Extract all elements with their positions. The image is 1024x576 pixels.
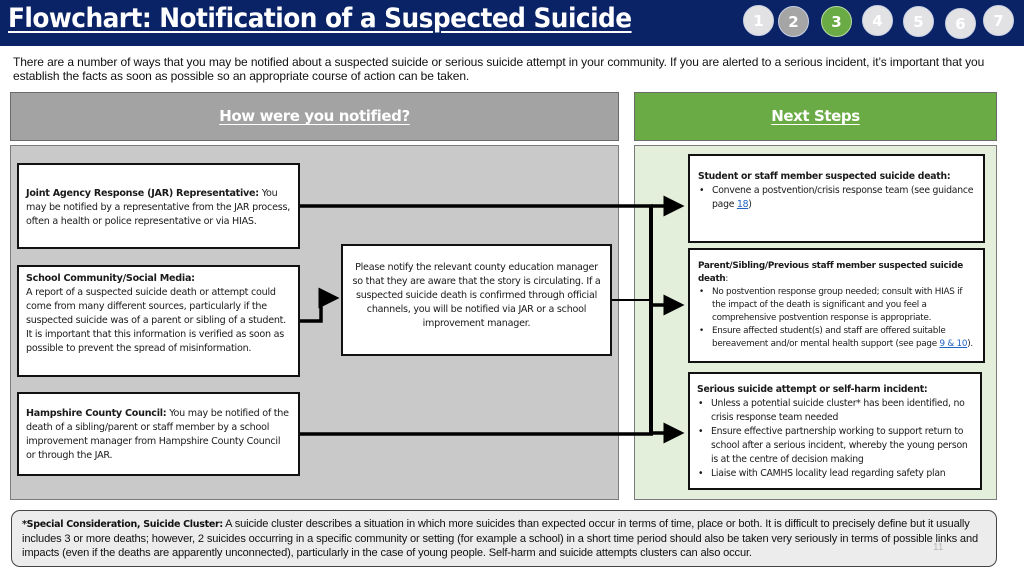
- bullet-text: Ensure effective partnership working to …: [711, 426, 968, 465]
- next-step-title: Serious suicide attempt or self-harm inc…: [697, 384, 928, 395]
- header-bar: Flowchart: Notification of a Suspected S…: [0, 0, 1024, 46]
- source-text: A report of a suspected suicide death or…: [26, 287, 286, 354]
- step-3-button[interactable]: 3: [821, 6, 852, 37]
- bullet-item: Ensure effective partnership working to …: [697, 425, 974, 467]
- next-step-student-staff-death: Student or staff member suspected suicid…: [688, 154, 985, 243]
- next-steps-heading: Next Steps: [634, 92, 997, 141]
- source-title: Hampshire County Council:: [26, 408, 167, 419]
- notify-text: Please notify the relevant county educat…: [352, 262, 601, 329]
- support-page-link[interactable]: 9 & 10: [939, 339, 967, 349]
- bullet-text-end: ): [748, 199, 752, 210]
- title-suffix: :: [725, 274, 729, 284]
- next-step-bullets: Convene a postvention/crisis response te…: [698, 184, 977, 212]
- step-navigation: 1 2 3 4 5 6 7: [0, 5, 1024, 41]
- step-2-button[interactable]: 2: [778, 6, 809, 37]
- bullet-item: Liaise with CAMHS locality lead regardin…: [697, 467, 974, 481]
- source-title: Joint Agency Response (JAR) Representati…: [26, 188, 259, 199]
- step-1-button[interactable]: 1: [743, 5, 774, 36]
- next-step-title: Parent/Sibling/Previous staff member sus…: [698, 261, 963, 284]
- intro-text: There are a number of ways that you may …: [13, 55, 985, 83]
- next-step-serious-attempt: Serious suicide attempt or self-harm inc…: [688, 372, 982, 490]
- bullet-item: Ensure affected student(s) and staff are…: [698, 325, 977, 351]
- next-step-bullets: No postvention response group needed; co…: [698, 286, 977, 351]
- suicide-cluster-footnote: *Special Consideration, Suicide Cluster:…: [11, 510, 997, 567]
- bullet-item: Convene a postvention/crisis response te…: [698, 184, 977, 212]
- step-5-button[interactable]: 5: [903, 6, 934, 37]
- source-hampshire-council: Hampshire County Council: You may be not…: [17, 392, 300, 476]
- source-jar-representative: Joint Agency Response (JAR) Representati…: [17, 163, 300, 249]
- footnote-title: *Special Consideration, Suicide Cluster:: [22, 519, 223, 530]
- guidance-page-link[interactable]: 18: [737, 199, 749, 210]
- bullet-text: Ensure affected student(s) and staff are…: [712, 326, 946, 349]
- step-7-button[interactable]: 7: [983, 5, 1014, 36]
- bullet-item: No postvention response group needed; co…: [698, 286, 977, 325]
- bullet-text-end: ).: [967, 339, 973, 349]
- next-step-bullets: Unless a potential suicide cluster* has …: [697, 397, 974, 481]
- source-school-community: School Community/Social Media: A report …: [17, 265, 300, 377]
- bullet-text: Liaise with CAMHS locality lead regardin…: [711, 468, 946, 479]
- notify-education-manager-box: Please notify the relevant county educat…: [341, 244, 612, 356]
- page-number: 11: [933, 542, 944, 553]
- next-steps-heading-label: Next Steps: [771, 107, 860, 125]
- next-step-parent-sibling-death: Parent/Sibling/Previous staff member sus…: [688, 248, 985, 363]
- step-6-button[interactable]: 6: [945, 8, 976, 39]
- step-4-button[interactable]: 4: [862, 5, 893, 36]
- how-notified-heading: How were you notified?: [10, 92, 619, 141]
- next-step-title: Student or staff member suspected suicid…: [698, 171, 951, 182]
- source-title: School Community/Social Media:: [26, 273, 195, 284]
- bullet-item: Unless a potential suicide cluster* has …: [697, 397, 974, 425]
- bullet-text: Unless a potential suicide cluster* has …: [711, 398, 965, 423]
- how-notified-heading-label: How were you notified?: [219, 107, 410, 125]
- bullet-text: No postvention response group needed; co…: [712, 287, 963, 323]
